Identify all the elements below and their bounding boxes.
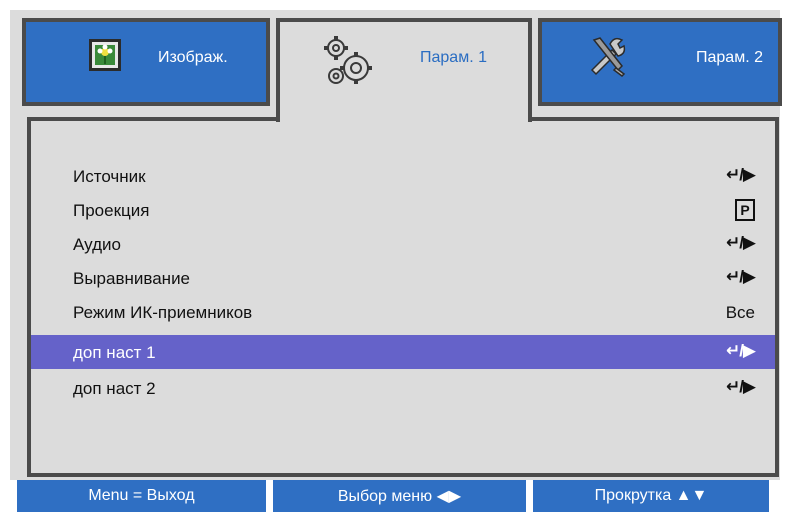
menu-item-label: доп наст 1 <box>73 343 156 362</box>
menu-item-alignment[interactable]: Выравнивание ↵/▶ <box>31 261 775 295</box>
footer-select-hint: Выбор меню ◀▶ <box>273 480 526 512</box>
gears-icon <box>322 32 374 90</box>
menu-item-label: Выравнивание <box>73 269 191 288</box>
menu-item-source[interactable]: Источник ↵/▶ <box>31 159 775 193</box>
tab-params-1[interactable]: Парам. 1 <box>276 18 532 122</box>
footer-scroll-hint: Прокрутка ▲▼ <box>533 480 769 512</box>
footer-exit-hint: Menu = Выход <box>17 480 266 512</box>
tab-image-label: Изображ. <box>158 49 228 66</box>
enter-arrow-icon: ↵/▶ <box>725 165 756 184</box>
menu-item-label: доп наст 2 <box>73 379 156 398</box>
tab-params-1-label: Парам. 1 <box>420 49 487 66</box>
menu-item-label: Источник <box>73 167 146 186</box>
tab-image[interactable]: Изображ. <box>22 18 270 106</box>
menu-item-audio[interactable]: Аудио ↵/▶ <box>31 227 775 261</box>
tab-params-2[interactable]: Парам. 2 <box>538 18 782 106</box>
enter-arrow-icon: ↵/▶ <box>725 377 756 396</box>
menu-panel: Источник ↵/▶ Проекция P Аудио ↵/▶ Выравн… <box>27 117 779 477</box>
menu-item-advanced-2[interactable]: доп наст 2 ↵/▶ <box>31 371 775 405</box>
menu-item-ir-mode[interactable]: Режим ИК-приемников Все <box>31 295 775 329</box>
image-icon <box>88 38 122 72</box>
menu-item-label: Аудио <box>73 235 121 254</box>
menu-item-advanced-1[interactable]: доп наст 1 ↵/▶ <box>31 335 775 369</box>
menu-item-label: Режим ИК-приемников <box>73 303 253 322</box>
menu-item-label: Проекция <box>73 201 150 220</box>
enter-arrow-icon: ↵/▶ <box>725 233 756 252</box>
osd-menu: Изображ. Парам. 1 Парам. 2 Источник ↵/▶ … <box>10 10 782 480</box>
tab-params-2-label: Парам. 2 <box>696 49 763 66</box>
enter-arrow-icon: ↵/▶ <box>725 341 756 360</box>
ir-mode-value: Все <box>725 303 755 322</box>
projection-p-icon: P <box>735 199 755 221</box>
enter-arrow-icon: ↵/▶ <box>725 267 756 286</box>
menu-item-projection[interactable]: Проекция P <box>31 193 775 227</box>
tools-icon <box>586 34 630 78</box>
projection-value: P <box>735 199 755 221</box>
